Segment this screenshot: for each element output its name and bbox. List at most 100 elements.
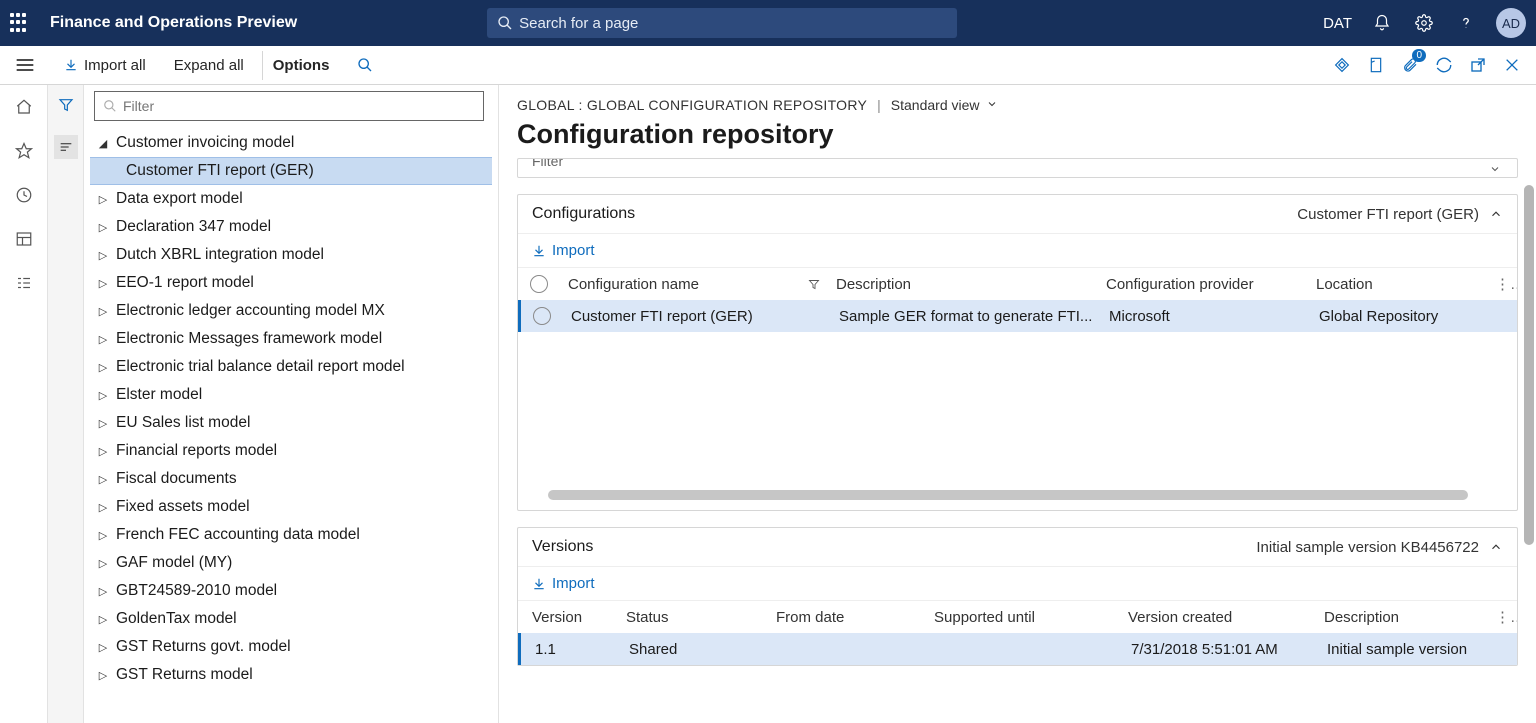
more-icon[interactable]: ⋮ <box>1487 608 1517 626</box>
caret-down-icon[interactable]: ◢ <box>96 136 110 150</box>
org-label[interactable]: DAT <box>1323 15 1352 32</box>
modules-icon[interactable] <box>12 271 36 295</box>
diamond-icon[interactable] <box>1330 53 1354 77</box>
star-icon[interactable] <box>12 139 36 163</box>
caret-right-icon[interactable]: ▷ <box>96 360 110 374</box>
chevron-up-icon[interactable] <box>1489 540 1503 554</box>
bell-icon[interactable] <box>1370 11 1394 35</box>
col-from[interactable]: From date <box>768 609 926 626</box>
col-supported[interactable]: Supported until <box>926 609 1120 626</box>
chevron-up-icon[interactable] <box>1489 207 1503 221</box>
attachments-icon[interactable]: 0 <box>1398 53 1422 77</box>
row-vdesc: Initial sample version <box>1319 641 1487 658</box>
global-search[interactable]: Search for a page <box>487 8 957 38</box>
action-bar: Import all Expand all Options 0 <box>0 46 1536 85</box>
expand-all-button[interactable]: Expand all <box>164 51 254 80</box>
lines-icon[interactable] <box>54 135 78 159</box>
home-icon[interactable] <box>12 95 36 119</box>
tree-item[interactable]: ▷French FEC accounting data model <box>90 521 492 549</box>
funnel-icon[interactable] <box>800 278 828 291</box>
tree-item[interactable]: ▷Electronic ledger accounting model MX <box>90 297 492 325</box>
horizontal-scrollbar[interactable] <box>528 490 1507 502</box>
more-icon[interactable]: ⋮ <box>1487 275 1517 293</box>
caret-right-icon[interactable]: ▷ <box>96 444 110 458</box>
caret-right-icon[interactable]: ▷ <box>96 192 110 206</box>
tree-item[interactable]: ▷Electronic trial balance detail report … <box>90 353 492 381</box>
tree-item[interactable]: ▷Financial reports model <box>90 437 492 465</box>
col-vdesc[interactable]: Description <box>1316 609 1487 626</box>
tree-item[interactable]: ▷Electronic Messages framework model <box>90 325 492 353</box>
tree-item[interactable]: ▷GoldenTax model <box>90 605 492 633</box>
tree-item[interactable]: ▷Declaration 347 model <box>90 213 492 241</box>
gear-icon[interactable] <box>1412 11 1436 35</box>
configs-import-button[interactable]: Import <box>532 242 595 259</box>
app-launcher-icon[interactable] <box>10 13 30 33</box>
caret-right-icon[interactable]: ▷ <box>96 332 110 346</box>
nav-rail <box>0 85 48 723</box>
workspace-icon[interactable] <box>12 227 36 251</box>
tree-item[interactable]: ▷GST Returns model <box>90 661 492 689</box>
breadcrumb-row: GLOBAL : GLOBAL CONFIGURATION REPOSITORY… <box>517 97 1518 113</box>
tree-item-label: Elster model <box>116 386 202 404</box>
close-icon[interactable] <box>1500 53 1524 77</box>
caret-right-icon[interactable]: ▷ <box>96 276 110 290</box>
breadcrumb[interactable]: GLOBAL : GLOBAL CONFIGURATION REPOSITORY <box>517 97 867 113</box>
office-icon[interactable] <box>1364 53 1388 77</box>
caret-right-icon[interactable]: ▷ <box>96 528 110 542</box>
caret-right-icon[interactable]: ▷ <box>96 248 110 262</box>
caret-right-icon[interactable]: ▷ <box>96 304 110 318</box>
caret-right-icon[interactable]: ▷ <box>96 612 110 626</box>
tree-item[interactable]: ▷EU Sales list model <box>90 409 492 437</box>
col-desc[interactable]: Description <box>828 276 1098 293</box>
tree-item[interactable]: ▷Dutch XBRL integration model <box>90 241 492 269</box>
caret-right-icon[interactable]: ▷ <box>96 472 110 486</box>
col-status[interactable]: Status <box>618 609 768 626</box>
tree-root[interactable]: ◢ Customer invoicing model <box>90 129 492 157</box>
tree-item[interactable]: ▷GAF model (MY) <box>90 549 492 577</box>
action-search-button[interactable] <box>347 51 383 79</box>
recent-icon[interactable] <box>12 183 36 207</box>
view-selector[interactable]: Standard view <box>891 97 1000 113</box>
tree-item[interactable]: ▷ Elster model <box>90 381 492 409</box>
col-name[interactable]: Configuration name <box>560 276 800 293</box>
tree-item-selected[interactable]: Customer FTI report (GER) <box>90 157 492 185</box>
configs-row[interactable]: Customer FTI report (GER) Sample GER for… <box>518 300 1517 332</box>
caret-right-icon[interactable]: ▷ <box>96 668 110 682</box>
configs-import-label: Import <box>552 242 595 259</box>
tree-item[interactable]: ▷Data export model <box>90 185 492 213</box>
tree-item[interactable]: ▷Fiscal documents <box>90 465 492 493</box>
col-version[interactable]: Version <box>524 609 618 626</box>
tree-filter-input[interactable]: Filter <box>94 91 484 121</box>
col-loc[interactable]: Location <box>1308 276 1487 293</box>
versions-row[interactable]: 1.1 Shared 7/31/2018 5:51:01 AM Initial … <box>518 633 1517 665</box>
col-created[interactable]: Version created <box>1120 609 1316 626</box>
options-button[interactable]: Options <box>262 51 340 80</box>
popout-icon[interactable] <box>1466 53 1490 77</box>
import-all-button[interactable]: Import all <box>54 51 156 80</box>
row-radio[interactable] <box>521 307 563 325</box>
caret-right-icon[interactable]: ▷ <box>96 220 110 234</box>
caret-right-icon[interactable]: ▷ <box>96 500 110 514</box>
tree-item[interactable]: ▷GBT24589-2010 model <box>90 577 492 605</box>
select-all-radio[interactable] <box>518 275 560 293</box>
view-label: Standard view <box>891 97 980 113</box>
hamburger-icon[interactable] <box>4 57 46 73</box>
tree-item[interactable]: ▷GST Returns govt. model <box>90 633 492 661</box>
caret-right-icon[interactable]: ▷ <box>96 556 110 570</box>
refresh-icon[interactable] <box>1432 53 1456 77</box>
caret-right-icon[interactable]: ▷ <box>96 640 110 654</box>
versions-import-button[interactable]: Import <box>532 575 595 592</box>
caret-right-icon[interactable]: ▷ <box>96 416 110 430</box>
tree-item[interactable]: ▷Fixed assets model <box>90 493 492 521</box>
help-icon[interactable] <box>1454 11 1478 35</box>
tree[interactable]: ◢ Customer invoicing model Customer FTI … <box>90 129 492 723</box>
funnel-icon[interactable] <box>54 93 78 117</box>
caret-right-icon[interactable]: ▷ <box>96 388 110 402</box>
col-prov[interactable]: Configuration provider <box>1098 276 1308 293</box>
vertical-scrollbar[interactable] <box>1524 185 1534 723</box>
chevron-down-icon[interactable] <box>1489 163 1503 177</box>
caret-right-icon[interactable]: ▷ <box>96 584 110 598</box>
user-avatar[interactable]: AD <box>1496 8 1526 38</box>
configurations-section: Configurations Customer FTI report (GER)… <box>517 194 1518 511</box>
tree-item[interactable]: ▷EEO-1 report model <box>90 269 492 297</box>
